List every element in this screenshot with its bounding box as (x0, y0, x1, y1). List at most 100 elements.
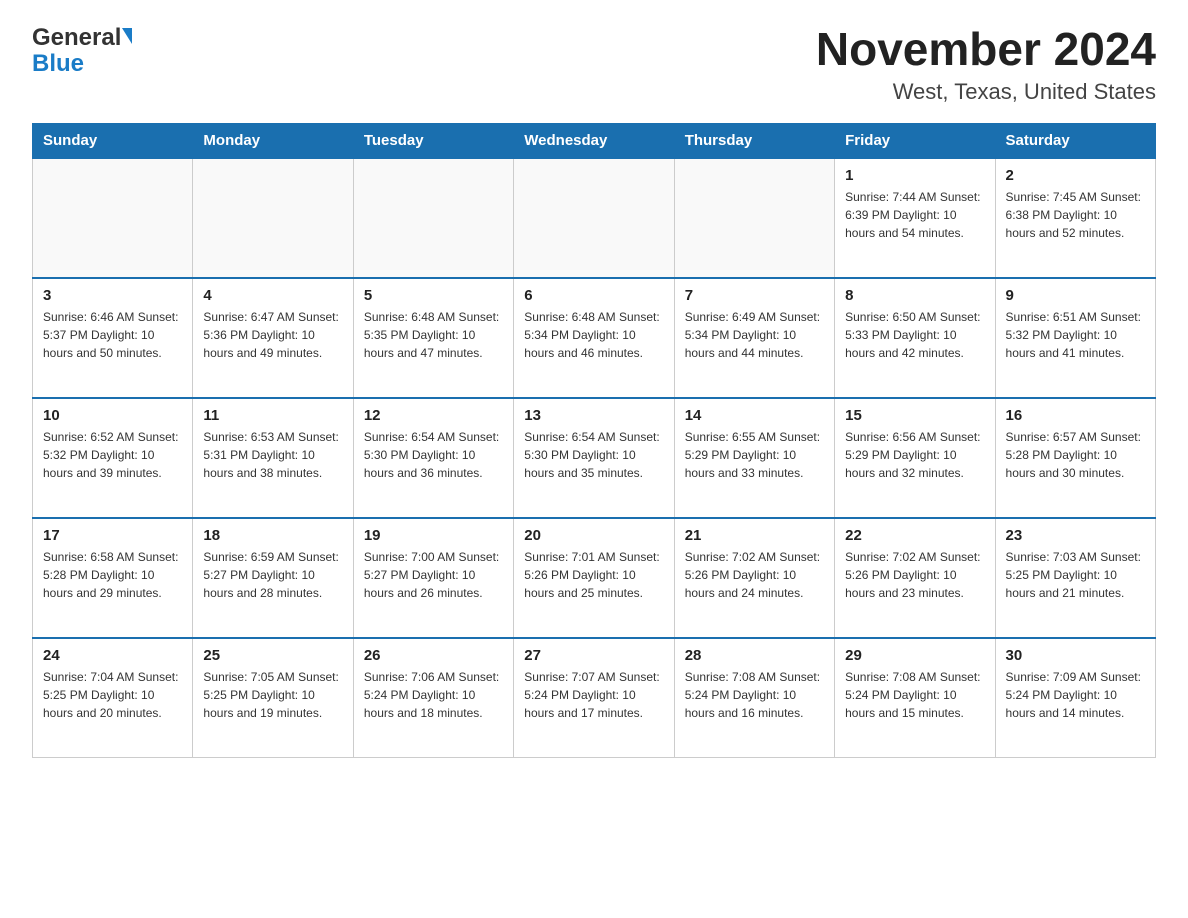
week-row-5: 24 Sunrise: 7:04 AM Sunset: 5:25 PM Dayli… (33, 638, 1156, 758)
header: General Blue November 2024 West, Texas, … (32, 24, 1156, 105)
calendar-cell: 7Sunrise: 6:49 AM Sunset: 5:34 PM Daylig… (674, 278, 834, 398)
day-number: 21 (685, 527, 824, 544)
day-info: Sunrise: 6:51 AM Sunset: 5:32 PM Dayligh… (1006, 308, 1145, 362)
day-number: 25 (203, 647, 342, 664)
logo: General Blue (32, 24, 132, 76)
day-info: Sunrise: 6:56 AM Sunset: 5:29 PM Dayligh… (845, 428, 984, 482)
day-number: 4 (203, 287, 342, 304)
calendar-cell: 26Sunrise: 7:06 AM Sunset: 5:24 PM Dayli… (353, 638, 513, 758)
calendar-cell: 3 Sunrise: 6:46 AM Sunset: 5:37 PM Daylig… (33, 278, 193, 398)
day-info: Sunrise: 6:58 AM Sunset: 5:28 PM Dayligh… (43, 548, 182, 602)
day-info: Sunrise: 6:57 AM Sunset: 5:28 PM Dayligh… (1006, 428, 1145, 482)
day-info: Sunrise: 7:45 AM Sunset: 6:38 PM Dayligh… (1006, 188, 1145, 242)
day-info: Sunrise: 7:05 AM Sunset: 5:25 PM Dayligh… (203, 668, 342, 722)
col-header-sunday: Sunday (33, 123, 193, 158)
calendar-cell: 18 Sunrise: 6:59 AM Sunset: 5:27 PM Dayli… (193, 518, 353, 638)
day-number: 15 (845, 407, 984, 424)
day-info: Sunrise: 7:04 AM Sunset: 5:25 PM Dayligh… (43, 668, 182, 722)
day-number: 16 (1006, 407, 1145, 424)
day-info: Sunrise: 6:59 AM Sunset: 5:27 PM Dayligh… (203, 548, 342, 602)
calendar-cell: 12 Sunrise: 6:54 AM Sunset: 5:30 PM Dayli… (353, 398, 513, 518)
calendar-cell (514, 158, 674, 278)
day-info: Sunrise: 6:52 AM Sunset: 5:32 PM Dayligh… (43, 428, 182, 482)
day-info: Sunrise: 6:50 AM Sunset: 5:33 PM Dayligh… (845, 308, 984, 362)
day-info: Sunrise: 7:03 AM Sunset: 5:25 PM Dayligh… (1006, 548, 1145, 602)
day-info: Sunrise: 6:48 AM Sunset: 5:34 PM Dayligh… (524, 308, 663, 362)
calendar-cell: 10 Sunrise: 6:52 AM Sunset: 5:32 PM Dayli… (33, 398, 193, 518)
calendar-cell: 28 Sunrise: 7:08 AM Sunset: 5:24 PM Dayli… (674, 638, 834, 758)
day-number: 7 (685, 287, 824, 304)
calendar-cell: 21 Sunrise: 7:02 AM Sunset: 5:26 PM Dayli… (674, 518, 834, 638)
calendar-cell: 13Sunrise: 6:54 AM Sunset: 5:30 PM Dayli… (514, 398, 674, 518)
calendar-cell: 14 Sunrise: 6:55 AM Sunset: 5:29 PM Dayli… (674, 398, 834, 518)
col-header-monday: Monday (193, 123, 353, 158)
month-title: November 2024 (816, 24, 1156, 75)
col-header-thursday: Thursday (674, 123, 834, 158)
day-number: 28 (685, 647, 824, 664)
col-header-tuesday: Tuesday (353, 123, 513, 158)
day-number: 2 (1006, 167, 1145, 184)
day-info: Sunrise: 6:46 AM Sunset: 5:37 PM Dayligh… (43, 308, 182, 362)
day-info: Sunrise: 6:53 AM Sunset: 5:31 PM Dayligh… (203, 428, 342, 482)
week-row-1: 1Sunrise: 7:44 AM Sunset: 6:39 PM Daylig… (33, 158, 1156, 278)
day-number: 10 (43, 407, 182, 424)
day-info: Sunrise: 7:00 AM Sunset: 5:27 PM Dayligh… (364, 548, 503, 602)
day-info: Sunrise: 6:48 AM Sunset: 5:35 PM Dayligh… (364, 308, 503, 362)
day-number: 9 (1006, 287, 1145, 304)
day-number: 22 (845, 527, 984, 544)
day-number: 1 (845, 167, 984, 184)
day-info: Sunrise: 7:08 AM Sunset: 5:24 PM Dayligh… (685, 668, 824, 722)
day-number: 23 (1006, 527, 1145, 544)
day-number: 30 (1006, 647, 1145, 664)
calendar-cell (353, 158, 513, 278)
calendar-cell: 6 Sunrise: 6:48 AM Sunset: 5:34 PM Daylig… (514, 278, 674, 398)
day-number: 17 (43, 527, 182, 544)
day-number: 12 (364, 407, 503, 424)
day-info: Sunrise: 7:07 AM Sunset: 5:24 PM Dayligh… (524, 668, 663, 722)
day-info: Sunrise: 6:55 AM Sunset: 5:29 PM Dayligh… (685, 428, 824, 482)
day-info: Sunrise: 6:54 AM Sunset: 5:30 PM Dayligh… (364, 428, 503, 482)
day-number: 24 (43, 647, 182, 664)
day-number: 27 (524, 647, 663, 664)
title-area: November 2024 West, Texas, United States (816, 24, 1156, 105)
calendar-cell (33, 158, 193, 278)
calendar-cell: 25 Sunrise: 7:05 AM Sunset: 5:25 PM Dayli… (193, 638, 353, 758)
calendar-cell: 23 Sunrise: 7:03 AM Sunset: 5:25 PM Dayli… (995, 518, 1155, 638)
day-number: 6 (524, 287, 663, 304)
col-header-friday: Friday (835, 123, 995, 158)
day-info: Sunrise: 7:02 AM Sunset: 5:26 PM Dayligh… (685, 548, 824, 602)
calendar-cell: 1Sunrise: 7:44 AM Sunset: 6:39 PM Daylig… (835, 158, 995, 278)
calendar-cell (674, 158, 834, 278)
day-info: Sunrise: 7:09 AM Sunset: 5:24 PM Dayligh… (1006, 668, 1145, 722)
day-info: Sunrise: 7:06 AM Sunset: 5:24 PM Dayligh… (364, 668, 503, 722)
week-row-2: 3 Sunrise: 6:46 AM Sunset: 5:37 PM Daylig… (33, 278, 1156, 398)
day-number: 14 (685, 407, 824, 424)
calendar-cell: 11 Sunrise: 6:53 AM Sunset: 5:31 PM Dayli… (193, 398, 353, 518)
day-number: 3 (43, 287, 182, 304)
calendar-cell: 9 Sunrise: 6:51 AM Sunset: 5:32 PM Daylig… (995, 278, 1155, 398)
calendar-cell: 22Sunrise: 7:02 AM Sunset: 5:26 PM Dayli… (835, 518, 995, 638)
calendar-header-row: SundayMondayTuesdayWednesdayThursdayFrid… (33, 123, 1156, 158)
calendar-cell: 29Sunrise: 7:08 AM Sunset: 5:24 PM Dayli… (835, 638, 995, 758)
calendar-cell: 16 Sunrise: 6:57 AM Sunset: 5:28 PM Dayli… (995, 398, 1155, 518)
day-info: Sunrise: 7:01 AM Sunset: 5:26 PM Dayligh… (524, 548, 663, 602)
calendar-cell (193, 158, 353, 278)
day-info: Sunrise: 6:47 AM Sunset: 5:36 PM Dayligh… (203, 308, 342, 362)
calendar-cell: 27 Sunrise: 7:07 AM Sunset: 5:24 PM Dayli… (514, 638, 674, 758)
calendar-table: SundayMondayTuesdayWednesdayThursdayFrid… (32, 123, 1156, 759)
col-header-wednesday: Wednesday (514, 123, 674, 158)
day-number: 11 (203, 407, 342, 424)
calendar-cell: 2 Sunrise: 7:45 AM Sunset: 6:38 PM Daylig… (995, 158, 1155, 278)
logo-general-text: General (32, 24, 121, 52)
calendar-cell: 20Sunrise: 7:01 AM Sunset: 5:26 PM Dayli… (514, 518, 674, 638)
calendar-cell: 17 Sunrise: 6:58 AM Sunset: 5:28 PM Dayli… (33, 518, 193, 638)
logo-chevron-icon (122, 28, 132, 44)
day-number: 18 (203, 527, 342, 544)
calendar-cell: 8Sunrise: 6:50 AM Sunset: 5:33 PM Daylig… (835, 278, 995, 398)
week-row-3: 10 Sunrise: 6:52 AM Sunset: 5:32 PM Dayli… (33, 398, 1156, 518)
calendar-cell: 19Sunrise: 7:00 AM Sunset: 5:27 PM Dayli… (353, 518, 513, 638)
logo-blue-text: Blue (32, 52, 84, 76)
day-info: Sunrise: 6:54 AM Sunset: 5:30 PM Dayligh… (524, 428, 663, 482)
day-info: Sunrise: 7:08 AM Sunset: 5:24 PM Dayligh… (845, 668, 984, 722)
calendar-cell: 24 Sunrise: 7:04 AM Sunset: 5:25 PM Dayli… (33, 638, 193, 758)
